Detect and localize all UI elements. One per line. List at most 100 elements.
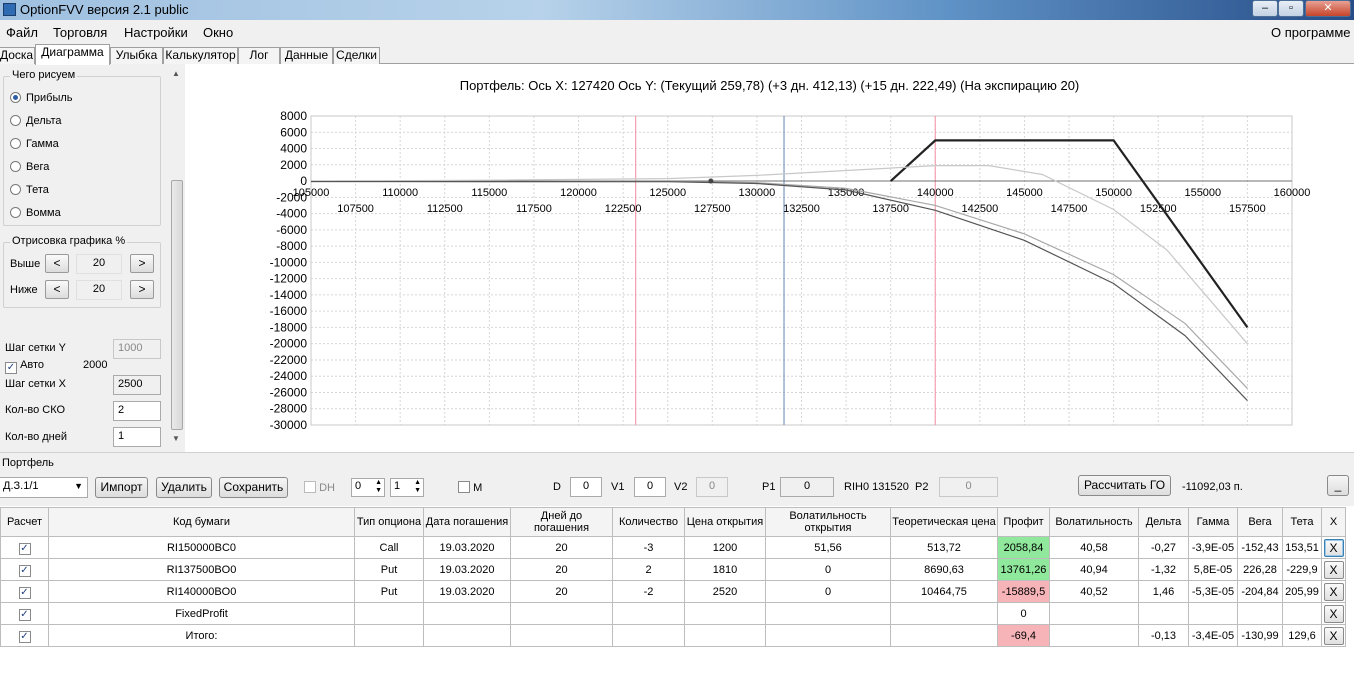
y-tick-label: 4000 bbox=[280, 142, 307, 156]
calc-checkbox[interactable]: ✓ bbox=[0, 536, 49, 559]
radio-vomma[interactable]: Вомма bbox=[10, 207, 61, 219]
scroll-up-icon[interactable]: ▲ bbox=[172, 69, 180, 78]
radio-gamma[interactable]: Гамма bbox=[10, 138, 59, 150]
menu-window[interactable]: Окно bbox=[203, 25, 233, 40]
grid-y-input[interactable]: 1000 bbox=[113, 339, 161, 359]
days-input[interactable]: 1 bbox=[113, 427, 161, 447]
tab-board[interactable]: Доска bbox=[0, 47, 35, 64]
remove-row-button[interactable]: X bbox=[1323, 626, 1344, 645]
v1-value[interactable]: 0 bbox=[634, 477, 666, 497]
p1-value[interactable]: 0 bbox=[780, 477, 834, 497]
table-row[interactable]: ✓ FixedProfit 0 X bbox=[0, 602, 1346, 625]
tab-data[interactable]: Данные bbox=[280, 47, 333, 64]
radio-profit[interactable]: Прибыль bbox=[10, 92, 73, 104]
check-icon: ✓ bbox=[18, 631, 31, 643]
col-header-code[interactable]: Код бумаги bbox=[48, 507, 355, 537]
spin-arrows-icon[interactable]: ▲ ▼ bbox=[414, 479, 421, 495]
minimize-button[interactable]: – bbox=[1252, 0, 1278, 17]
radio-theta[interactable]: Тета bbox=[10, 184, 49, 196]
menu-about[interactable]: О программе bbox=[1271, 25, 1351, 40]
close-button[interactable]: ✕ bbox=[1305, 0, 1351, 17]
col-header-type[interactable]: Тип опциона bbox=[354, 507, 424, 537]
scroll-down-icon[interactable]: ▼ bbox=[172, 434, 180, 443]
import-button[interactable]: Импорт bbox=[95, 477, 148, 498]
menu-trading[interactable]: Торговля bbox=[53, 25, 107, 40]
col-header-qty[interactable]: Количество bbox=[612, 507, 685, 537]
maximize-button[interactable]: ▫ bbox=[1278, 0, 1304, 17]
table-row[interactable]: ✓ RI150000BC0 Call 19.03.2020 20 -3 1200 51,56 5… bbox=[0, 536, 1346, 559]
remove-row-button[interactable]: X bbox=[1323, 604, 1344, 623]
cell-code: RI140000BO0 bbox=[48, 580, 355, 603]
tab-smile[interactable]: Улыбка bbox=[110, 47, 163, 64]
cell-gamma: -5,3E-05 bbox=[1188, 580, 1238, 603]
col-header-date[interactable]: Дата погашения bbox=[423, 507, 511, 537]
y-tick-label: 2000 bbox=[280, 158, 307, 172]
sko-input[interactable]: 2 bbox=[113, 401, 161, 421]
cell-profit: -15889,5 bbox=[997, 580, 1050, 603]
calc-go-button[interactable]: Рассчитать ГО bbox=[1078, 475, 1171, 496]
calc-checkbox[interactable]: ✓ bbox=[0, 602, 49, 625]
table-row[interactable]: ✓ Итого: -69,4 -0,13 -3,4E-05 -130,99 129,6 X bbox=[0, 624, 1346, 647]
below-increase-button[interactable]: > bbox=[130, 280, 154, 299]
cell-type bbox=[354, 624, 424, 647]
radio-delta[interactable]: Дельта bbox=[10, 115, 62, 127]
remove-row-button[interactable]: X bbox=[1323, 538, 1344, 557]
calc-checkbox[interactable]: ✓ bbox=[0, 558, 49, 581]
cell-delta bbox=[1138, 602, 1189, 625]
y-tick-label: -20000 bbox=[270, 337, 308, 351]
auto-checkbox[interactable]: ✓ Авто bbox=[5, 359, 44, 374]
x-tick-label: 137500 bbox=[872, 203, 909, 215]
cell-vega: -130,99 bbox=[1237, 624, 1283, 647]
cell-delta: -0,13 bbox=[1138, 624, 1189, 647]
d-value[interactable]: 0 bbox=[570, 477, 602, 497]
x-tick-label: 140000 bbox=[917, 187, 954, 199]
table-row[interactable]: ✓ RI137500BO0 Put 19.03.2020 20 2 1810 0 8690,63… bbox=[0, 558, 1346, 581]
m-checkbox[interactable]: M bbox=[458, 481, 482, 494]
radio-vega[interactable]: Вега bbox=[10, 161, 49, 173]
dh-spinner-2[interactable]: 1 ▲ ▼ bbox=[390, 478, 424, 497]
col-header-gamma[interactable]: Гамма bbox=[1188, 507, 1238, 537]
payoff-chart[interactable]: 80006000400020000-2000-4000-6000-8000-10… bbox=[185, 64, 1354, 452]
col-header-theta[interactable]: Тета bbox=[1282, 507, 1322, 537]
scroll-thumb[interactable] bbox=[171, 180, 183, 430]
col-header-delta[interactable]: Дельта bbox=[1138, 507, 1189, 537]
calc-checkbox[interactable]: ✓ bbox=[0, 580, 49, 603]
v2-value[interactable]: 0 bbox=[696, 477, 728, 497]
dh-spinner-1[interactable]: 0 ▲ ▼ bbox=[351, 478, 385, 497]
col-header-vega[interactable]: Вега bbox=[1237, 507, 1283, 537]
remove-row-button[interactable]: X bbox=[1323, 560, 1344, 579]
col-header-vol[interactable]: Волатильность bbox=[1049, 507, 1139, 537]
tab-calculator[interactable]: Калькулятор bbox=[163, 47, 238, 64]
cell-open-price bbox=[684, 602, 766, 625]
save-button[interactable]: Сохранить bbox=[219, 477, 288, 498]
spin-arrows-icon[interactable]: ▲ ▼ bbox=[375, 479, 382, 495]
settings-scrollbar[interactable]: ▲ ▼ bbox=[169, 68, 185, 446]
collapse-button[interactable]: _ bbox=[1327, 475, 1349, 496]
tab-diagram[interactable]: Диаграмма bbox=[35, 44, 110, 65]
below-decrease-button[interactable]: < bbox=[45, 280, 69, 299]
table-row[interactable]: ✓ RI140000BO0 Put 19.03.2020 20 -2 2520 0 10464,… bbox=[0, 580, 1346, 603]
above-increase-button[interactable]: > bbox=[130, 254, 154, 273]
dh-checkbox[interactable]: DH bbox=[304, 481, 335, 494]
col-header-open-vol[interactable]: Волатильность открытия bbox=[765, 507, 891, 537]
grid-x-input[interactable]: 2500 bbox=[113, 375, 161, 395]
cell-code: Итого: bbox=[48, 624, 355, 647]
col-header-theor[interactable]: Теоретическая цена bbox=[890, 507, 998, 537]
col-header-days[interactable]: Дней до погашения bbox=[510, 507, 613, 537]
col-header-profit[interactable]: Профит bbox=[997, 507, 1050, 537]
menu-settings[interactable]: Настройки bbox=[124, 25, 188, 40]
p2-label: P2 bbox=[915, 481, 929, 493]
col-header-calc[interactable]: Расчет bbox=[0, 507, 49, 537]
above-decrease-button[interactable]: < bbox=[45, 254, 69, 273]
tab-deals[interactable]: Сделки bbox=[333, 47, 380, 64]
chart-panel: Портфель: Ось X: 127420 Ось Y: (Текущий … bbox=[185, 64, 1354, 452]
remove-row-button[interactable]: X bbox=[1323, 582, 1344, 601]
p2-value[interactable]: 0 bbox=[939, 477, 998, 497]
col-header-x[interactable]: X bbox=[1321, 507, 1346, 537]
menu-file[interactable]: Файл bbox=[6, 25, 38, 40]
portfolio-select[interactable]: Д.З.1/1 ▼ bbox=[0, 477, 88, 498]
calc-checkbox[interactable]: ✓ bbox=[0, 624, 49, 647]
tab-log[interactable]: Лог bbox=[238, 47, 280, 64]
col-header-open-price[interactable]: Цена открытия bbox=[684, 507, 766, 537]
delete-button[interactable]: Удалить bbox=[156, 477, 212, 498]
